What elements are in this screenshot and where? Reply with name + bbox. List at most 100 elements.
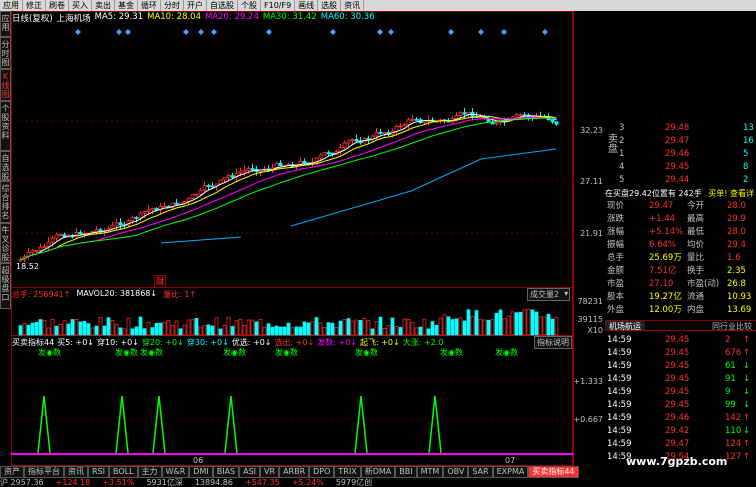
indicator-tab[interactable]: 主力 [137,466,162,478]
left-tab[interactable]: 超级盘口 [0,263,11,309]
indicator-tab[interactable]: DMI [189,466,213,478]
indicator-tab[interactable]: BBI [395,466,417,478]
volume-bar [550,318,555,336]
indicator-tab[interactable]: DPO [309,466,335,478]
indicator-tab[interactable]: ARBR [279,466,310,478]
indicator-tab[interactable]: 资产 [0,466,24,478]
indicator-tab[interactable]: 资讯 [64,466,88,478]
indicator-tab[interactable]: 买卖指标44 [528,466,579,478]
left-tab[interactable]: 分时图 [0,37,11,69]
candle-body [38,246,43,251]
volume-bar [134,326,139,336]
indicator-tab[interactable]: BIAS [212,466,240,478]
order-links[interactable]: 买单! 查看详 [708,189,754,198]
volume-bar [554,317,559,336]
left-tab[interactable]: 自选股 [0,151,11,181]
candle-body [494,122,499,125]
indicator-tab[interactable]: 新DMA [360,466,396,478]
indicator-tab[interactable]: VR [260,466,280,478]
left-tab[interactable]: K线图 [0,69,11,101]
indicator-tab[interactable]: EXPMA [492,466,529,478]
order-price: 29.44 [665,175,690,185]
indicator-tab[interactable]: ASI [239,466,261,478]
toolbar-item[interactable]: 卖出 [92,0,115,11]
tick-volume: 127 [725,452,742,462]
main-chart-area[interactable] [11,11,573,466]
month-label: 07 [505,456,516,465]
buy-signal-label: 发◉数 [223,348,246,357]
ma-line [20,115,557,261]
order-book-row[interactable]: 5 29.44 2 [605,175,756,186]
order-book-row[interactable]: 4 29.45 8 [605,162,756,173]
tick-arrow: ↓ [743,426,751,436]
indicator-tab[interactable]: MTM [416,466,444,478]
signal-spike [115,395,129,454]
toolbar-item[interactable]: 自选股 [207,0,238,11]
volume-bar [546,313,551,336]
order-summary: 在买盘29.42位置有 242手 [605,189,702,198]
indicator-tab[interactable]: BOLL [109,466,138,478]
order-book-row[interactable]: 2 29.47 16 [605,136,756,147]
toolbar-item[interactable]: 开户 [184,0,207,11]
toolbar-item[interactable]: 应用 [0,0,23,11]
stat-value: 29.47 [649,201,674,211]
order-price: 29.47 [665,136,690,146]
volume-bar [318,322,323,336]
order-volume: 5 [743,149,749,159]
volume-bar [198,326,203,336]
stat-value: 25.69万 [649,253,682,263]
toolbar-item[interactable]: 选股 [318,0,342,11]
left-tab[interactable]: 综合排名 [0,181,11,223]
candle-body [118,222,123,226]
toolbar-item[interactable]: 资讯 [341,0,365,11]
volume-bar [366,320,371,336]
indicator-tab[interactable]: W&R [161,466,190,478]
order-book-row[interactable]: 1 29.46 5 [605,149,756,160]
tick-time: 14:59 [607,413,632,423]
toolbar-item[interactable]: 修正 [23,0,46,11]
toolbar-item[interactable]: 刷卷 [46,0,69,11]
left-tab[interactable]: 应用 [0,11,11,37]
volume-indicator-dropdown[interactable]: 成交量2 ▾ [527,288,571,301]
toolbar-item[interactable]: 画线 [295,0,319,11]
order-price: 29.48 [665,123,690,133]
finance-event-marker[interactable]: 财 [154,275,166,288]
candle-body [54,234,59,239]
left-tab[interactable]: 牛叉诊股 [0,223,11,263]
order-book-row[interactable]: 3 29.48 13 [605,123,756,134]
indicator-fa: 发数: +0↓ [317,338,357,347]
indicator-tab[interactable]: OBV [443,466,469,478]
indicator-help-button[interactable]: 指标说明 [534,336,572,349]
tick-volume: 142 [725,413,742,423]
tick-volume: 676 [725,348,742,358]
toolbar-item[interactable]: 基金 [115,0,138,11]
event-diamond [388,29,394,35]
toolbar-item[interactable]: F10/F9 [261,0,296,11]
indicator-tab[interactable]: 指标平台 [24,466,64,478]
moving-average-lines [20,113,557,261]
tab-compare[interactable]: 同行业比较 [708,321,756,331]
top-toolbar: 应用 修正 刷卷 买入 卖出 基金 循环 分时 开户 自选股 个股 F10/F9 画线 选股 资讯 [0,0,756,11]
volume-bar [110,319,115,336]
toolbar-item[interactable]: 买入 [69,0,92,11]
volume-bar [58,324,63,336]
stat-value: 26.8 [727,279,746,289]
toolbar-item[interactable]: 循环 [138,0,161,11]
volume-bar [234,320,239,336]
toolbar-item[interactable]: 个股 [238,0,261,11]
order-level: 3 [619,123,625,133]
axis-label: +0.667 [573,415,603,424]
stat-label: 总手 [607,253,625,263]
tick-arrow: ↓ [743,361,751,371]
tab-sector[interactable]: 机场航运 [605,321,645,331]
indicator-tab[interactable]: TRIX [334,466,361,478]
candle-body [142,211,147,214]
indicator-tab[interactable]: SAR [468,466,493,478]
candle-body [462,112,467,115]
kline-chart-svg[interactable] [11,11,573,466]
stock-name: 上海机场 [56,14,91,24]
indicator-tab[interactable]: RSI [88,466,109,478]
order-level: 2 [619,136,625,146]
left-tab[interactable]: 个股资料 [0,101,11,151]
toolbar-item[interactable]: 分时 [161,0,184,11]
